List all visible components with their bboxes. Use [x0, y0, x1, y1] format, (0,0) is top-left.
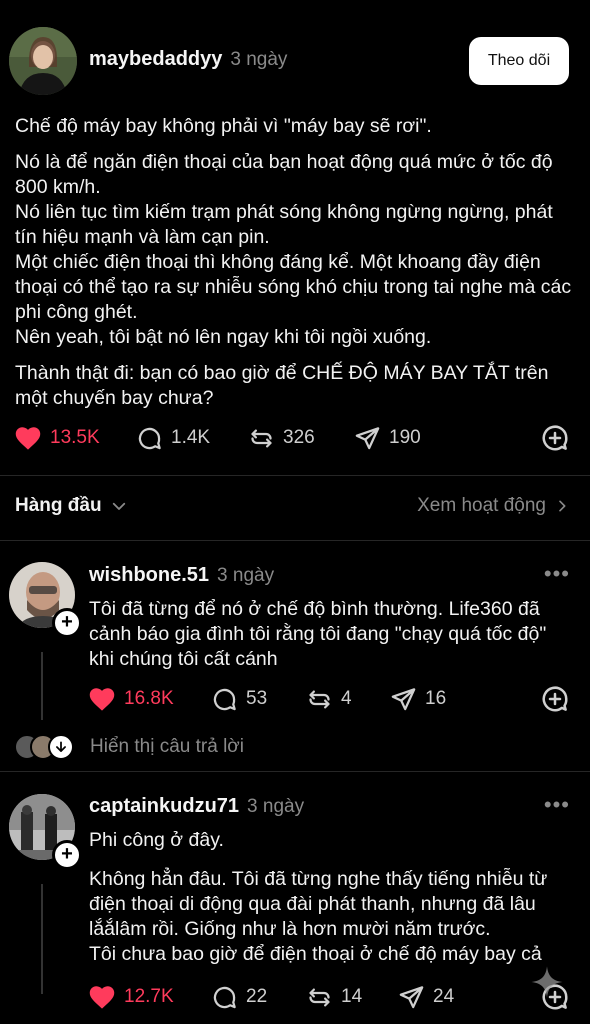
repost-icon: [251, 429, 272, 447]
send-icon: [399, 985, 424, 1008]
comment-count: 1.4K: [171, 427, 211, 448]
chevron-down-icon: [112, 502, 125, 510]
reply-username[interactable]: captainkudzu71: [89, 795, 239, 817]
repost-button[interactable]: 14: [306, 984, 398, 1011]
view-activity-label: Xem hoạt động: [417, 495, 546, 516]
send-icon: [355, 426, 380, 449]
follow-button[interactable]: Theo dõi: [469, 37, 569, 85]
sparkle-icon: [531, 966, 563, 998]
quote-add-icon[interactable]: [540, 423, 570, 453]
comment-count: 53: [246, 688, 268, 709]
comment-icon: [213, 688, 236, 710]
author-avatar[interactable]: [9, 27, 77, 95]
comment-icon: [213, 986, 236, 1008]
send-icon: [391, 687, 416, 710]
comment-count: 22: [246, 986, 268, 1007]
reply-header: wishbone.51 3 ngày: [89, 564, 274, 587]
like-button[interactable]: 13.5K: [14, 425, 136, 451]
expand-replies-icon: [48, 734, 74, 760]
post-username[interactable]: maybedaddyy: [89, 48, 222, 70]
share-button[interactable]: 24: [398, 984, 488, 1011]
follow-plus-button[interactable]: +: [52, 840, 82, 870]
thread-line: [41, 884, 43, 994]
divider: [0, 540, 590, 541]
divider: [0, 771, 590, 772]
comment-button[interactable]: 1.4K: [136, 425, 248, 452]
comment-icon: [138, 427, 161, 449]
quote-add-icon[interactable]: [540, 684, 570, 714]
heart-filled-icon: [15, 427, 41, 450]
repost-count: 14: [341, 986, 363, 1007]
view-activity-link[interactable]: Xem hoạt động: [417, 495, 570, 517]
arrow-down-icon: [56, 741, 66, 752]
share-count: 24: [433, 986, 455, 1007]
reply-header: captainkudzu71 3 ngày: [89, 795, 304, 818]
repost-icon: [309, 988, 330, 1006]
reply-text: Phi công ở đây. Không hẳn đâu. Tôi đã từ…: [89, 828, 571, 967]
more-options-icon[interactable]: •••: [544, 561, 570, 587]
repost-count: 326: [283, 427, 315, 448]
post-body: Chế độ máy bay không phải vì "máy bay sẽ…: [15, 114, 575, 411]
share-count: 190: [389, 427, 421, 448]
post-paragraph: Nó là để ngăn điện thoại của bạn hoạt độ…: [15, 151, 572, 348]
like-count: 12.7K: [124, 986, 174, 1007]
reply-text: Tôi đã từng để nó ở chế độ bình thường. …: [89, 598, 547, 670]
repost-button[interactable]: 4: [306, 686, 390, 713]
repost-button[interactable]: 326: [248, 425, 354, 452]
reply-time: 3 ngày: [247, 796, 305, 817]
thread-line: [41, 652, 43, 720]
reply-paragraph: Không hẳn đâu. Tôi đã từng nghe thấy tiế…: [89, 868, 548, 965]
repost-count: 4: [341, 688, 352, 709]
reply-actions: 16.8K 53 4 16: [88, 684, 570, 714]
reply-actions: 12.7K 22 14 24: [88, 982, 570, 1012]
heart-filled-icon: [89, 688, 115, 711]
post-paragraph: Chế độ máy bay không phải vì "máy bay sẽ…: [15, 115, 432, 137]
reply-time: 3 ngày: [217, 565, 275, 586]
author-avatar-image: [9, 27, 77, 95]
divider: [0, 475, 590, 476]
repost-icon: [309, 690, 330, 708]
share-button[interactable]: 16: [390, 686, 480, 713]
share-count: 16: [425, 688, 447, 709]
share-button[interactable]: 190: [354, 425, 454, 452]
more-options-icon[interactable]: •••: [544, 792, 570, 818]
sort-dropdown[interactable]: Hàng đầu: [15, 495, 128, 517]
show-replies-row[interactable]: Hiển thị câu trả lời: [14, 733, 244, 761]
comment-button[interactable]: 22: [211, 984, 306, 1011]
like-button[interactable]: 12.7K: [88, 984, 211, 1010]
reply-paragraph: Phi công ở đây.: [89, 829, 224, 851]
like-count: 16.8K: [124, 688, 174, 709]
post-actions: 13.5K 1.4K 326 190: [14, 423, 570, 453]
follow-plus-button[interactable]: +: [52, 608, 82, 638]
reply-username[interactable]: wishbone.51: [89, 564, 209, 586]
heart-filled-icon: [89, 986, 115, 1009]
post-header: maybedaddyy 3 ngày: [89, 48, 287, 71]
like-button[interactable]: 16.8K: [88, 686, 211, 712]
sort-label: Hàng đầu: [15, 495, 102, 516]
show-replies-label: Hiển thị câu trả lời: [90, 736, 244, 757]
like-count: 13.5K: [50, 427, 100, 448]
chevron-right-icon: [559, 500, 566, 512]
post-time: 3 ngày: [230, 49, 288, 70]
post-paragraph: Thành thật đi: bạn có bao giờ để CHẾ ĐỘ …: [15, 362, 549, 409]
comment-button[interactable]: 53: [211, 686, 306, 713]
